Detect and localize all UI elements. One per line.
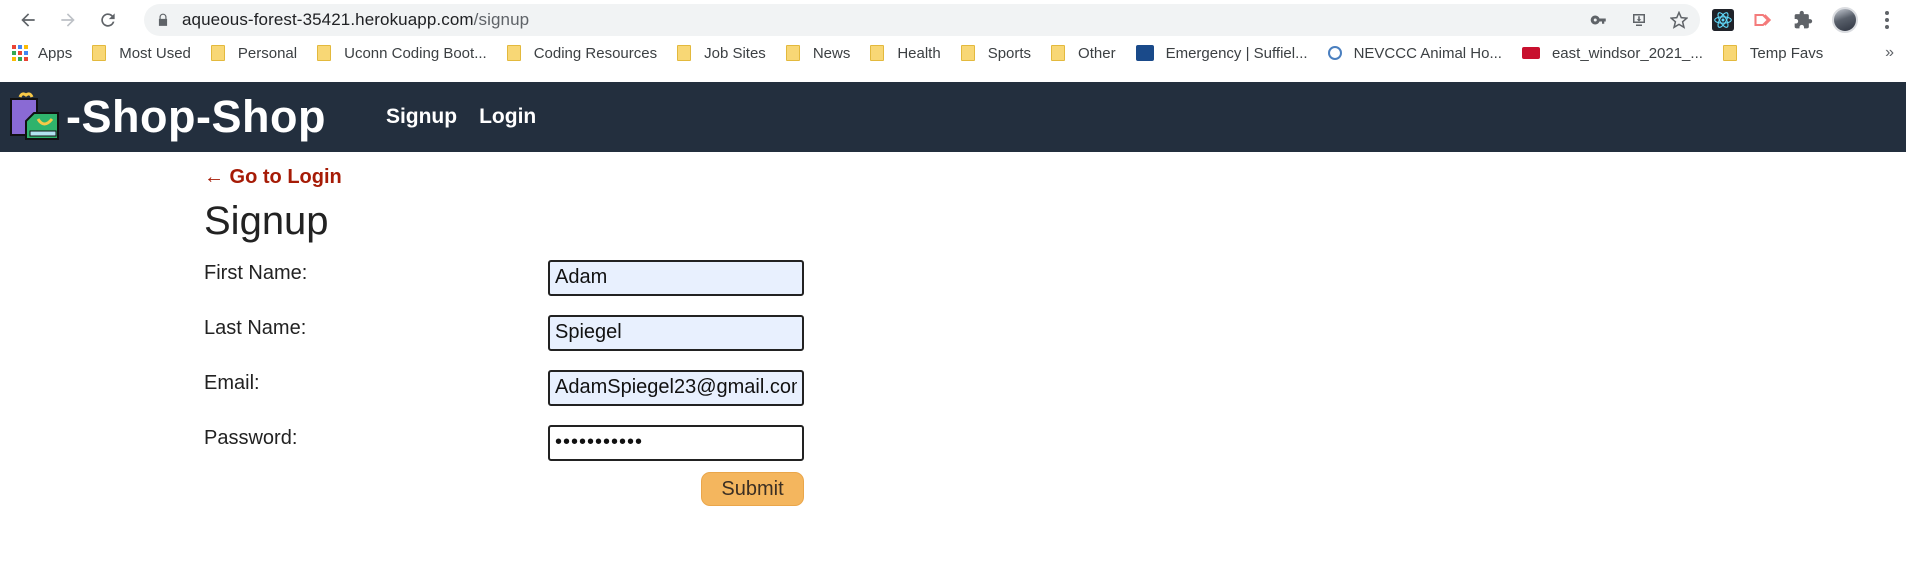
reload-icon[interactable] (96, 8, 120, 32)
email-row: Email: (204, 360, 804, 415)
extensions-puzzle-icon[interactable] (1792, 9, 1814, 31)
site-nav-links: Signup Login (386, 105, 536, 129)
brand-title: -Shop-Shop (66, 91, 326, 142)
folder-icon (317, 45, 332, 61)
bookmark-label: Apps (38, 44, 73, 62)
nav-login-link[interactable]: Login (479, 105, 536, 129)
signup-container: ← Go to Login Signup First Name: Last Na… (0, 152, 1906, 506)
go-to-login-link[interactable]: ← Go to Login (204, 166, 342, 189)
bookmark-label: Coding Resources (533, 44, 658, 62)
east-windsor-site-icon (1521, 47, 1540, 59)
email-label: Email: (204, 372, 260, 394)
bookmark-label: NEVCCC Animal Ho... (1353, 44, 1502, 62)
bookmark-emergency[interactable]: Emergency | Suffiel... (1135, 44, 1308, 62)
brand[interactable]: -Shop-Shop (8, 91, 326, 143)
bookmark-folder-uconn[interactable]: Uconn Coding Boot... (317, 45, 487, 62)
url-text: aqueous-forest-35421.herokuapp.com/signu… (182, 10, 529, 30)
browser-menu-icon[interactable] (1884, 11, 1890, 29)
bookmark-label: east_windsor_2021_... (1551, 44, 1703, 62)
password-input[interactable] (548, 424, 804, 461)
bookmark-folder-health[interactable]: Health (870, 44, 941, 62)
folder-icon (960, 45, 975, 61)
key-icon[interactable] (1590, 11, 1608, 29)
bookmark-apps[interactable]: Apps (12, 45, 72, 62)
bookmarks-bar: Apps Most Used Personal Uconn Coding Boo… (0, 40, 1906, 66)
folder-icon (1051, 45, 1066, 61)
bookmark-folder-job-sites[interactable]: Job Sites (677, 45, 766, 62)
last-name-row: Last Name: (204, 305, 804, 360)
bookmark-folder-temp-favs[interactable]: Temp Favs (1722, 44, 1824, 62)
bookmark-folder-sports[interactable]: Sports (960, 44, 1032, 62)
bookmark-folder-news[interactable]: News (785, 44, 851, 62)
install-icon[interactable] (1630, 11, 1648, 29)
submit-button[interactable]: Submit (701, 472, 804, 506)
password-label: Password: (204, 427, 298, 449)
bookmark-east-windsor[interactable]: east_windsor_2021_... (1521, 44, 1703, 62)
email-input[interactable] (548, 369, 804, 406)
password-row: Password: (204, 415, 804, 470)
bookmark-label: Other (1078, 44, 1116, 62)
react-devtools-icon[interactable] (1712, 9, 1734, 31)
star-icon[interactable] (1670, 11, 1688, 29)
last-name-input[interactable] (548, 314, 804, 351)
folder-icon (677, 45, 692, 61)
folder-icon (1722, 45, 1737, 61)
apps-grid-icon (12, 45, 28, 61)
first-name-row: First Name: (204, 250, 804, 305)
bookmark-label: Health (897, 44, 941, 62)
signup-form: First Name: Last Name: Email: Password: … (204, 250, 1906, 506)
bookmark-folder-coding-resources[interactable]: Coding Resources (506, 44, 658, 62)
url-host: aqueous-forest-35421.herokuapp.com (182, 10, 474, 29)
folder-icon (506, 45, 521, 61)
nav-signup-link[interactable]: Signup (386, 105, 457, 129)
bookmark-label: Job Sites (704, 44, 766, 62)
browser-toolbar: aqueous-forest-35421.herokuapp.com/signu… (0, 0, 1906, 40)
folder-icon (92, 45, 107, 61)
profile-avatar[interactable] (1832, 7, 1858, 33)
bookmark-label: Emergency | Suffiel... (1165, 44, 1308, 62)
chrome-divider (0, 66, 1906, 82)
recorder-extension-icon[interactable] (1752, 9, 1774, 31)
folder-icon (210, 45, 225, 61)
bookmark-label: Most Used (119, 44, 191, 62)
last-name-label: Last Name: (204, 317, 307, 339)
bookmark-label: Personal (237, 44, 298, 62)
bookmark-label: News (812, 44, 851, 62)
nevccc-site-icon (1327, 46, 1342, 60)
bookmarks-overflow-button[interactable]: » (1885, 44, 1894, 62)
bookmark-nevccc[interactable]: NEVCCC Animal Ho... (1327, 44, 1502, 62)
bookmark-folder-other[interactable]: Other (1051, 45, 1116, 62)
address-bar[interactable]: aqueous-forest-35421.herokuapp.com/signu… (144, 4, 1700, 36)
bookmark-label: Sports (987, 44, 1032, 62)
lock-icon (158, 13, 168, 26)
bookmark-label: Temp Favs (1749, 44, 1824, 62)
emergency-site-icon (1135, 45, 1154, 61)
back-arrow-icon[interactable] (16, 8, 40, 32)
page-title: Signup (204, 199, 329, 243)
first-name-input[interactable] (548, 259, 804, 296)
bookmark-folder-personal[interactable]: Personal (210, 44, 298, 62)
first-name-label: First Name: (204, 262, 308, 284)
forward-arrow-icon[interactable] (56, 8, 80, 32)
shopping-bag-logo-icon (8, 91, 62, 143)
folder-icon (870, 45, 885, 61)
site-header: -Shop-Shop Signup Login (0, 82, 1906, 152)
bookmark-label: Uconn Coding Boot... (344, 44, 487, 62)
bookmark-folder-most-used[interactable]: Most Used (92, 45, 191, 62)
folder-icon (785, 45, 800, 61)
submit-row: Submit (204, 472, 804, 506)
url-path: /signup (473, 10, 530, 29)
